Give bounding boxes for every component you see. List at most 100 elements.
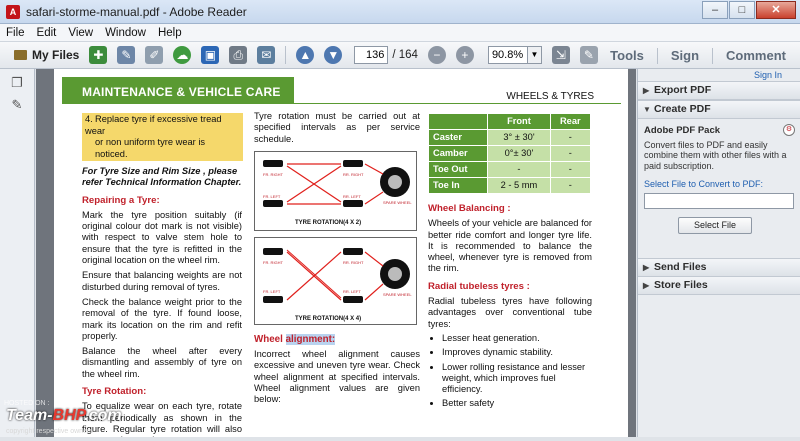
table-cell: -: [549, 161, 592, 178]
table-header: [427, 113, 489, 130]
header-left-title: MAINTENANCE & VEHICLE CARE: [82, 85, 281, 99]
diagram-label: RR. RIGHT: [343, 260, 364, 265]
page-thumbnails-icon[interactable]: ❐: [10, 75, 24, 91]
table-row: Caster 3° ± 30' -: [427, 129, 592, 146]
diagram-caption: TYRE ROTATION(4 X 4): [295, 316, 361, 322]
edit-document-icon[interactable]: ✎: [117, 46, 136, 64]
close-button[interactable]: ✕: [756, 1, 796, 19]
create-pdf-icon[interactable]: ✚: [89, 46, 108, 64]
toolbar-separator: [712, 47, 714, 64]
navigation-pane: ❐ ✎: [0, 69, 35, 437]
minimize-button[interactable]: –: [702, 1, 728, 19]
tyre-size-note: For Tyre Size and Rim Size , please refe…: [82, 166, 242, 188]
window-title: safari-storme-manual.pdf - Adobe Reader: [26, 4, 247, 19]
panel-title: Create PDF: [654, 103, 711, 115]
table-row: Toe In 2 - 5 mm -: [427, 177, 592, 194]
toolbar-separator: [285, 46, 287, 64]
page-header: MAINTENANCE & VEHICLE CARE WHEELS & TYRE…: [54, 77, 628, 105]
zoom-in-icon[interactable]: +: [455, 46, 474, 64]
list-item: Lower rolling resistance and lesser weig…: [442, 362, 592, 396]
export-pdf-panel[interactable]: ▶ Export PDF: [638, 81, 800, 100]
note-line-1: Replace tyre if excessive tread wear: [85, 114, 222, 136]
select-file-label: Select File to Convert to PDF:: [644, 179, 764, 190]
send-files-panel[interactable]: ▶ Send Files: [638, 258, 800, 277]
sign-in-link[interactable]: Sign In: [754, 70, 782, 80]
next-page-icon[interactable]: ▼: [324, 46, 343, 64]
paragraph: Balance the wheel after every dismantlin…: [82, 346, 242, 379]
maximize-button[interactable]: □: [729, 1, 755, 19]
save-icon[interactable]: ▣: [201, 46, 220, 64]
logo-bhp: BHP: [52, 407, 85, 424]
document-viewport[interactable]: MAINTENANCE & VEHICLE CARE WHEELS & TYRE…: [36, 69, 636, 437]
diagram-label: FR. RIGHT: [263, 260, 284, 265]
watermark-copyright: copyright respective owners: [6, 428, 93, 435]
panel-title: Store Files: [654, 279, 708, 291]
paragraph: Mark the tyre position suitably (if orig…: [82, 209, 242, 266]
menu-edit[interactable]: Edit: [31, 27, 63, 39]
create-pdf-body: Adobe PDF Pack Convert files to PDF and …: [644, 125, 794, 234]
comment-bubble-icon[interactable]: ✎: [579, 46, 598, 64]
email-icon[interactable]: ✉: [257, 46, 276, 64]
note-line-2: or non uniform tyre wear is noticed.: [95, 137, 206, 159]
previous-page-icon[interactable]: ▲: [296, 46, 315, 64]
sign-link[interactable]: Sign: [671, 48, 699, 63]
table-row: Toe Out - -: [427, 161, 592, 178]
menu-bar: File Edit View Window Help: [0, 24, 800, 42]
zoom-input[interactable]: 90.8%: [487, 46, 528, 64]
expanded-arrow-icon: ▼: [643, 105, 651, 114]
advantages-list: Lesser heat generation. Improves dynamic…: [428, 333, 592, 410]
select-file-button[interactable]: Select File: [678, 216, 752, 234]
table-cell: 0°± 30': [487, 145, 551, 162]
menu-view[interactable]: View: [62, 27, 99, 39]
table-cell: 3° ± 30': [487, 129, 551, 146]
paragraph: Wheels of your vehicle are balanced for …: [428, 218, 592, 274]
tyre-rotation-diagram-4x4: FR. RIGHT FR. LEFT RR. RIGHT RR. LEFT SP…: [254, 236, 417, 325]
menu-window[interactable]: Window: [99, 27, 152, 39]
menu-file[interactable]: File: [0, 27, 31, 39]
diagram-label: FR. LEFT: [263, 194, 281, 199]
store-files-panel[interactable]: ▶ Store Files: [638, 276, 800, 295]
diagram-label: RR. LEFT: [343, 289, 361, 294]
header-banner: MAINTENANCE & VEHICLE CARE: [62, 77, 294, 104]
diagram-label: SPARE WHEEL: [383, 200, 412, 205]
column-3: Front Rear Caster 3° ± 30' - Camber 0°± …: [427, 113, 592, 410]
table-cell: 2 - 5 mm: [487, 177, 551, 194]
diagram-label: FR. RIGHT: [263, 172, 284, 177]
table-cell: -: [487, 161, 551, 178]
watermark-hosted: HOSTED ON :: [4, 400, 50, 407]
paragraph: Ensure that balancing weights are not di…: [82, 270, 242, 292]
list-item: Improves dynamic stability.: [442, 347, 592, 358]
note-number: 4.: [85, 114, 93, 124]
print-icon[interactable]: ⎙: [229, 46, 248, 64]
zoom-out-icon[interactable]: −: [427, 46, 446, 64]
list-item: Better safety: [442, 398, 592, 409]
diagram-label: FR. LEFT: [263, 289, 281, 294]
table-cell: Camber: [427, 145, 489, 162]
tools-link[interactable]: Tools: [610, 48, 644, 63]
page-number-input[interactable]: 136: [354, 46, 389, 64]
diagram-caption: TYRE ROTATION(4 X 2): [295, 220, 361, 226]
create-pdf-panel[interactable]: ▼ Create PDF: [638, 100, 800, 119]
page-total: / 164: [392, 49, 418, 61]
pdf-pack-title: Adobe PDF Pack: [644, 125, 721, 136]
menu-help[interactable]: Help: [152, 27, 188, 39]
folder-icon: [14, 50, 27, 60]
comment-link[interactable]: Comment: [726, 48, 786, 63]
section-heading: Wheel Balancing :: [428, 203, 511, 214]
paragraph: Tyre rotation must be carried out at spe…: [254, 111, 420, 144]
adobe-reader-icon: A: [6, 4, 20, 19]
collapsed-arrow-icon: ▶: [643, 263, 650, 272]
upload-cloud-icon[interactable]: ☁: [173, 46, 192, 64]
fit-page-icon[interactable]: ⇲: [551, 46, 570, 64]
sign-document-icon[interactable]: ✐: [145, 46, 164, 64]
paragraph: Incorrect wheel alignment causes excessi…: [254, 349, 420, 405]
attachments-icon[interactable]: ✎: [10, 97, 24, 113]
zoom-dropdown-icon[interactable]: ▼: [527, 46, 542, 64]
table-cell: -: [549, 177, 592, 194]
table-cell: Toe Out: [427, 161, 489, 178]
my-files-button[interactable]: My Files: [14, 48, 79, 62]
logo-team: Team-: [6, 407, 53, 424]
section-heading: Repairing a Tyre:: [82, 194, 160, 206]
highlighted-search-term: alignment:: [285, 333, 336, 345]
file-path-input[interactable]: [644, 192, 794, 209]
